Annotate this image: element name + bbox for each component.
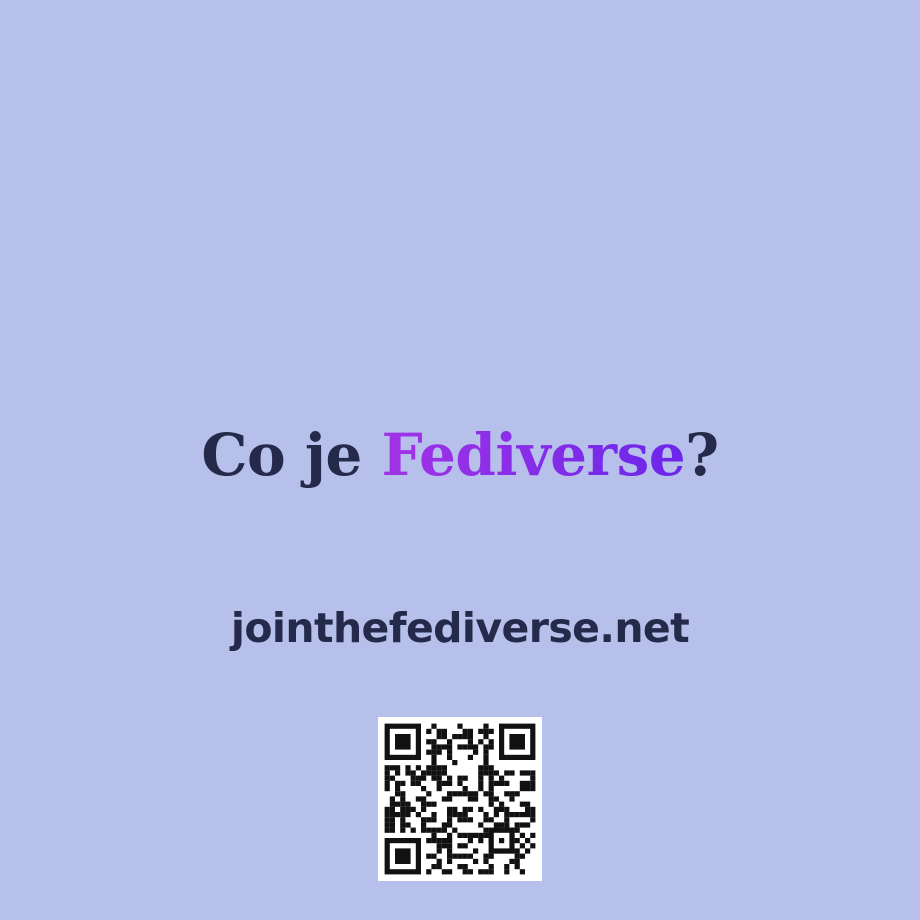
headline-prefix: Co je	[201, 421, 382, 489]
qr-code-graphic	[384, 723, 536, 875]
website-url: jointhefediverse.net	[230, 604, 690, 652]
headline-suffix: ?	[685, 421, 719, 489]
headline-highlight: Fediverse	[381, 421, 686, 489]
qr-code-icon	[378, 717, 542, 881]
headline: Co je Fediverse?	[0, 415, 920, 495]
